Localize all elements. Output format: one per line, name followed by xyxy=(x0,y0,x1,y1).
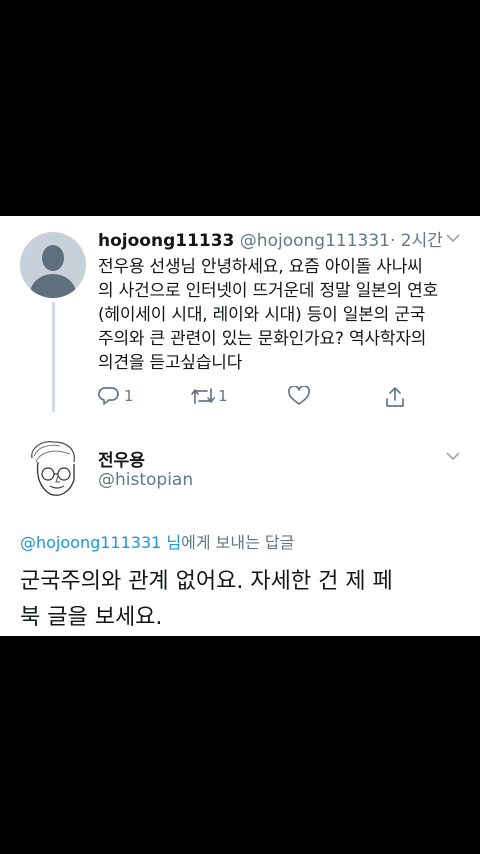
reply-text-line: 군국주의와 관계 없어요. 자세한 건 제 페 xyxy=(20,569,393,594)
handle[interactable]: @hojoong111331 xyxy=(240,231,390,251)
tweet-card: hojoong11133 @hojoong111331· 2시간 전우용 선생님… xyxy=(0,216,480,636)
tweet-header: hojoong11133 @hojoong111331· 2시간 xyxy=(98,229,470,253)
like-button[interactable] xyxy=(288,386,310,406)
reply-tweet-text: 군국주의와 관계 없어요. 자세한 건 제 페 북 글을 보세요. xyxy=(20,564,460,636)
chevron-down-icon[interactable] xyxy=(446,449,460,465)
reply-text-line: 북 글을 보세요. xyxy=(20,605,163,630)
replying-to-suffix: 에게 보내는 답글 xyxy=(181,533,295,552)
retweet-button[interactable]: 1 xyxy=(190,386,228,406)
tweet-text-line: 의견을 듣고싶습니다 xyxy=(98,353,243,373)
reply-button[interactable]: 1 xyxy=(98,386,134,406)
retweet-icon xyxy=(190,386,216,406)
tweet-text-line: 의 사건으로 인터넷이 뜨거운데 정말 일본의 연호 xyxy=(98,281,439,301)
tweet-text-line: 주의와 큰 관련이 있는 문화인가요? 역사학자의 xyxy=(98,329,427,349)
like-icon xyxy=(288,386,310,406)
tweet-actions: 1 1 xyxy=(98,386,428,412)
original-tweet[interactable]: hojoong11133 @hojoong111331· 2시간 전우용 선생님… xyxy=(98,229,470,375)
tweet-text: 전우용 선생님 안녕하세요, 요즘 아이돌 사나씨 의 사건으로 인터넷이 뜨거… xyxy=(98,255,470,375)
thread-connector-line xyxy=(52,302,55,412)
timestamp: · 2시간 xyxy=(389,231,443,251)
reply-handle[interactable]: @histopian xyxy=(98,470,193,490)
tweet-text-line: (헤이세이 시대, 레이와 시대) 등이 일본의 군국 xyxy=(98,305,426,325)
reply-icon xyxy=(98,386,120,406)
display-name[interactable]: hojoong11133 xyxy=(98,231,234,251)
tweet-text-line: 전우용 선생님 안녕하세요, 요즘 아이돌 사나씨 xyxy=(98,257,423,277)
author-avatar[interactable] xyxy=(20,436,86,502)
share-button[interactable] xyxy=(384,386,406,408)
reply-count: 1 xyxy=(124,387,134,405)
chevron-down-icon[interactable] xyxy=(446,231,460,247)
retweet-count: 1 xyxy=(218,387,228,405)
replying-to: @hojoong111331 님에게 보내는 답글 xyxy=(20,529,294,553)
share-icon xyxy=(384,386,406,408)
replying-to-mention[interactable]: @hojoong111331 님 xyxy=(20,533,181,552)
default-avatar[interactable] xyxy=(20,232,86,298)
reply-display-name[interactable]: 전우용 xyxy=(98,446,145,471)
